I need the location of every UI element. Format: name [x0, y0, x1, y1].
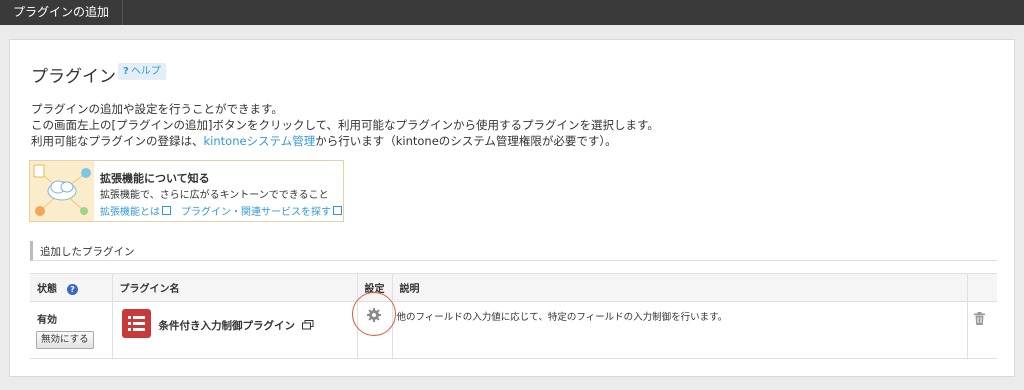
- promo-title: 拡張機能について知る: [100, 172, 210, 185]
- section-label: 追加したプラグイン: [40, 246, 135, 258]
- page-title: プラグイン: [31, 67, 116, 87]
- promo-subtitle: 拡張機能で、さらに広がるキントーンでできること: [100, 190, 329, 201]
- plugin-name: 条件付き入力制御プラグイン: [159, 318, 314, 333]
- open-window-icon[interactable]: [301, 320, 314, 330]
- external-link-icon: [333, 206, 342, 215]
- extension-promo-banner: 拡張機能について知る 拡張機能で、さらに広がるキントーンでできること 拡張機能と…: [29, 160, 344, 222]
- actions-cell: [966, 301, 997, 359]
- extension-illustration: [30, 161, 94, 221]
- trash-icon[interactable]: [973, 312, 985, 325]
- plugin-name-cell: 条件付き入力制御プラグイン: [111, 301, 357, 359]
- description-line-1: プラグインの追加や設定を行うことができます。: [31, 102, 283, 116]
- plugin-description: 他のフィールドの入力値に応じて、特定のフィールドの入力制御を行います。: [396, 312, 728, 323]
- status-text: 有効: [37, 315, 57, 326]
- external-link-icon: [162, 206, 171, 215]
- system-admin-link[interactable]: kintoneシステム管理: [204, 134, 316, 148]
- table-row: 有効 無効にする 条件付き入力制御プラグイン 他のフィールドの入力値に応じて、特…: [30, 292, 997, 359]
- find-plugins-link[interactable]: プラグイン・関連サービスを探す: [181, 203, 342, 218]
- status-help-icon[interactable]: ?: [67, 283, 78, 295]
- settings-cell: [351, 292, 396, 359]
- status-column-header: 状態?: [30, 273, 112, 302]
- help-label: ヘルプ: [130, 66, 161, 77]
- plugin-table: 状態? プラグイン名 設定 説明 有効 無効にする 条件付き入力制御プラグイン …: [30, 273, 997, 359]
- disable-button[interactable]: 無効にする: [36, 331, 94, 349]
- description-line-3: 利用可能なプラグインの登録は、kintoneシステム管理から行います（kinto…: [31, 133, 617, 149]
- gear-icon[interactable]: [366, 307, 382, 323]
- actions-column-header: [966, 273, 997, 302]
- description-line-3-post: から行います（kintoneのシステム管理権限が必要です）。: [315, 134, 617, 148]
- description-line-2: この画面左上の[プラグインの追加]ボタンをクリックして、利用可能なプラグインから…: [31, 118, 659, 132]
- main-panel: プラグイン ? ヘルプ プラグインの追加や設定を行うことができます。 この画面左上…: [9, 39, 1015, 377]
- add-plugin-tab[interactable]: プラグインの追加: [0, 0, 124, 25]
- top-bar: プラグインの追加: [0, 0, 1024, 25]
- description-line-3-pre: 利用可能なプラグインの登録は、: [31, 134, 204, 148]
- name-column-header: プラグイン名: [111, 273, 357, 302]
- help-link[interactable]: ? ヘルプ: [118, 63, 166, 80]
- plugin-icon: [121, 309, 151, 338]
- status-cell: 有効 無効にする: [30, 301, 112, 359]
- description-column-header: 説明: [391, 273, 967, 302]
- what-is-extension-link[interactable]: 拡張機能とは: [100, 203, 171, 218]
- description-cell: 他のフィールドの入力値に応じて、特定のフィールドの入力制御を行います。: [391, 301, 967, 359]
- help-icon: ?: [123, 66, 129, 77]
- added-plugins-section-header: 追加したプラグイン: [30, 241, 997, 261]
